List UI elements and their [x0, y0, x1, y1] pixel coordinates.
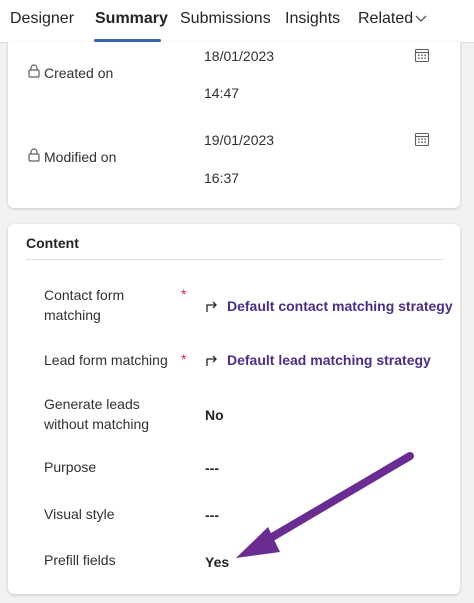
- lookup-link-icon: [206, 301, 217, 312]
- lock-icon: [28, 148, 40, 162]
- purpose-value[interactable]: ---: [205, 460, 219, 476]
- modified-on-label: Modified on: [44, 149, 117, 165]
- tab-summary[interactable]: Summary: [95, 10, 168, 28]
- contact-matching-label-line1: Contact form: [44, 287, 125, 303]
- generate-leads-label-line1: Generate leads: [44, 396, 140, 412]
- tab-designer[interactable]: Designer: [10, 10, 74, 28]
- record-info-card: Created on 18/01/2023 14:47 Modified on …: [8, 42, 460, 208]
- generate-leads-label-line2: without matching: [44, 416, 150, 432]
- tab-related[interactable]: Related: [358, 10, 413, 28]
- chevron-down-icon[interactable]: [415, 14, 427, 24]
- lead-matching-strategy-link[interactable]: Default lead matching strategy: [227, 352, 431, 368]
- section-title: Content: [26, 235, 79, 251]
- section-divider: [26, 259, 444, 260]
- generate-leads-value[interactable]: No: [205, 407, 224, 423]
- required-indicator: *: [181, 351, 187, 367]
- calendar-icon[interactable]: [414, 131, 430, 147]
- required-indicator: *: [181, 286, 187, 302]
- contact-matching-strategy-link[interactable]: Default contact matching strategy: [227, 298, 453, 314]
- modified-on-time[interactable]: 16:37: [204, 170, 239, 186]
- content-section-card: Content Contact form matching * Default …: [8, 224, 460, 594]
- tab-insights[interactable]: Insights: [285, 10, 340, 28]
- modified-on-date[interactable]: 19/01/2023: [204, 132, 274, 148]
- tab-submissions[interactable]: Submissions: [180, 10, 271, 28]
- calendar-icon[interactable]: [414, 47, 430, 63]
- created-on-label: Created on: [44, 65, 114, 81]
- purpose-label: Purpose: [44, 459, 97, 475]
- lock-icon: [28, 64, 40, 78]
- prefill-fields-label: Prefill fields: [44, 552, 116, 568]
- created-on-time[interactable]: 14:47: [204, 85, 239, 101]
- visual-style-value[interactable]: ---: [205, 507, 219, 523]
- visual-style-label: Visual style: [44, 506, 115, 522]
- prefill-fields-value[interactable]: Yes: [205, 554, 229, 570]
- lookup-link-icon: [206, 355, 217, 366]
- tab-bar: Designer Summary Submissions Insights Re…: [0, 0, 474, 43]
- lead-matching-label: Lead form matching: [44, 352, 168, 368]
- created-on-date[interactable]: 18/01/2023: [204, 48, 274, 64]
- contact-matching-label-line2: matching: [44, 307, 101, 323]
